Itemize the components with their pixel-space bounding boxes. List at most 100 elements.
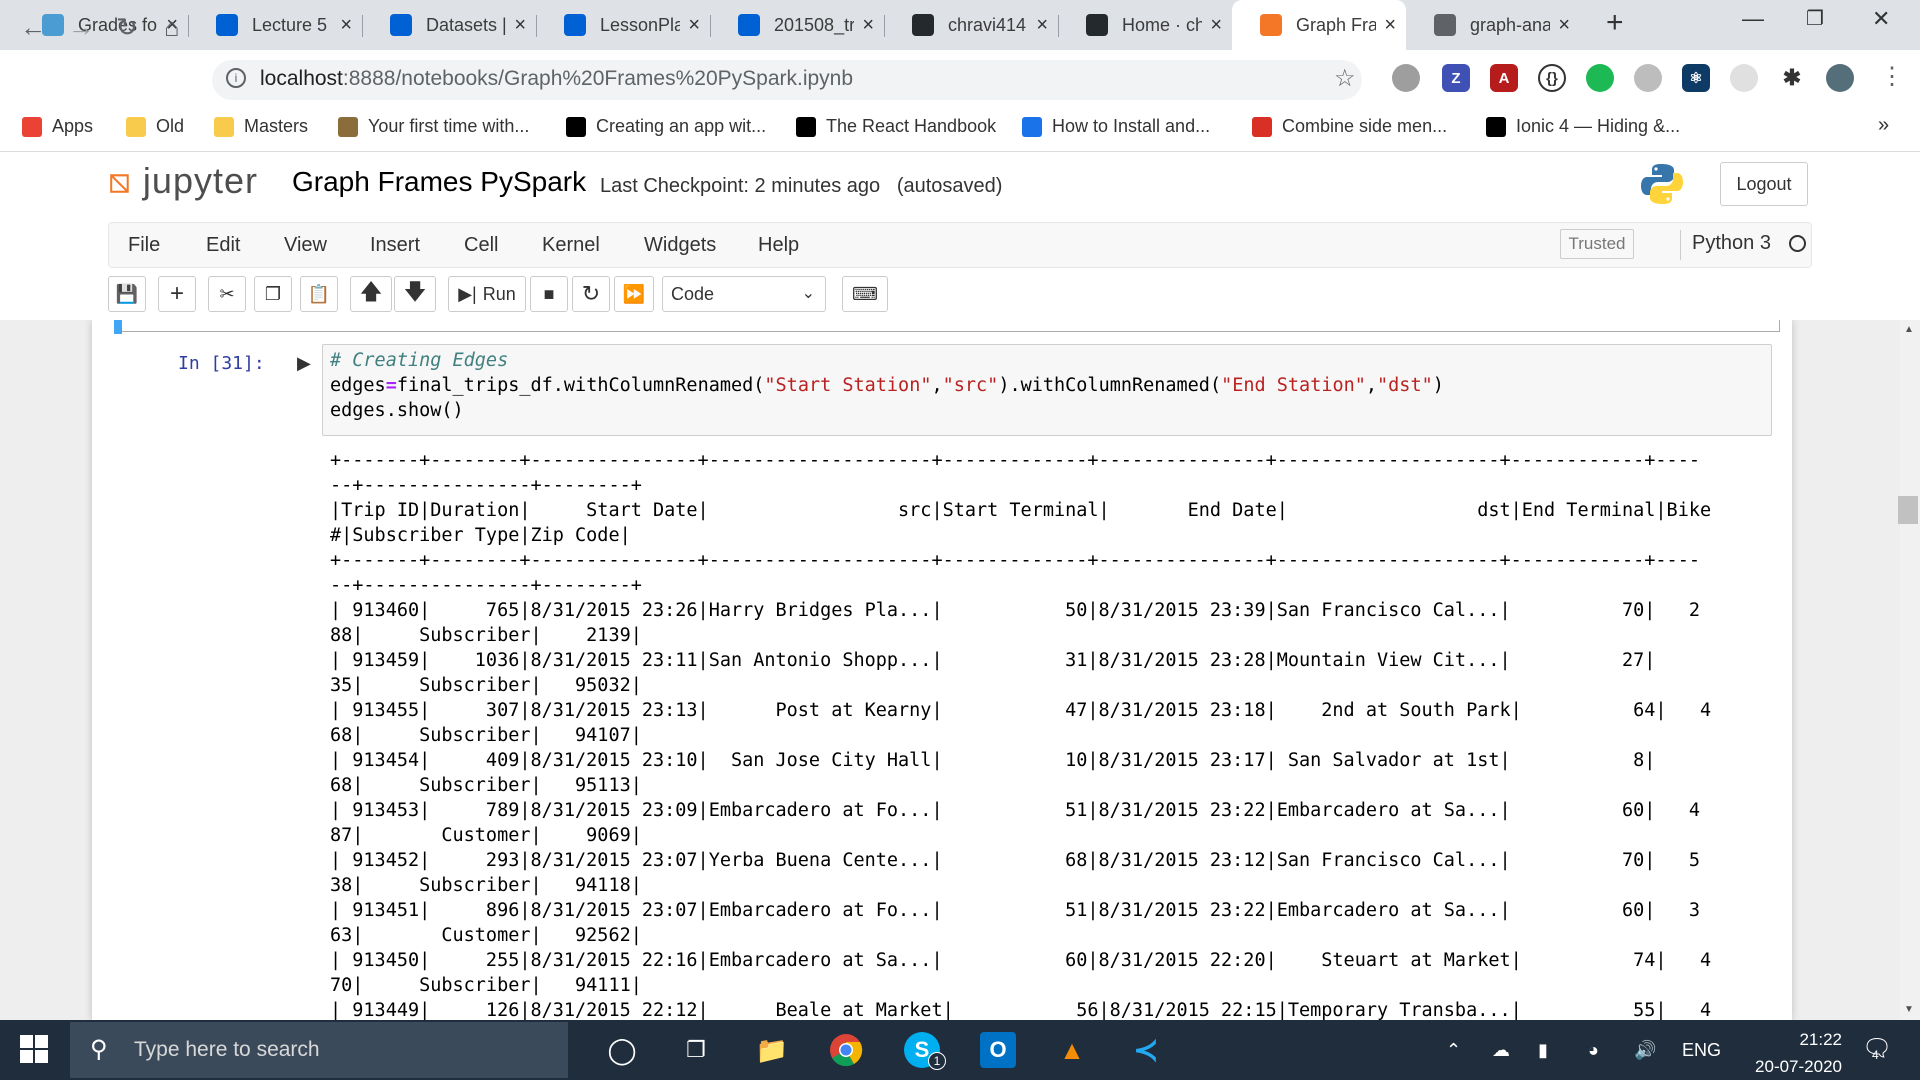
back-icon[interactable]: ← xyxy=(20,12,46,43)
onedrive-icon[interactable]: ☁ xyxy=(1492,1040,1510,1061)
more-bookmarks-icon[interactable]: » xyxy=(1878,114,1889,137)
scrollbar[interactable]: ▲ ▼ xyxy=(1900,320,1920,1020)
profile-avatar[interactable] xyxy=(1826,64,1854,92)
restart-run-all-icon[interactable]: ⏩ xyxy=(614,276,654,312)
browser-tab[interactable]: Graph Fra × xyxy=(1232,0,1406,50)
bookmark-item[interactable]: Old xyxy=(126,116,184,137)
paste-icon[interactable]: 📋 xyxy=(300,276,338,312)
menu-view[interactable]: View xyxy=(284,234,327,257)
extension-circle-icon[interactable] xyxy=(1392,64,1420,92)
info-icon[interactable]: i xyxy=(226,68,246,88)
tab-title: LessonPla xyxy=(600,14,681,35)
menu-widgets[interactable]: Widgets xyxy=(644,234,716,257)
bookmark-item[interactable]: Creating an app wit... xyxy=(566,116,766,137)
scroll-down-icon[interactable]: ▼ xyxy=(1904,1004,1914,1015)
home-icon[interactable]: ⌂ xyxy=(164,12,180,43)
browser-tab[interactable]: Home · ch × xyxy=(1058,0,1232,50)
tab-close-icon[interactable]: × xyxy=(688,14,700,37)
language-indicator[interactable]: ENG xyxy=(1682,1040,1721,1061)
browser-tab[interactable]: 201508_tr × xyxy=(710,0,884,50)
vscode-icon[interactable]: ≺ xyxy=(1128,1032,1164,1068)
site-icon xyxy=(1022,116,1042,137)
cut-icon[interactable]: ✂ xyxy=(208,276,246,312)
tab-close-icon[interactable]: × xyxy=(1384,14,1396,37)
tab-close-icon[interactable]: × xyxy=(862,14,874,37)
cell-type-select[interactable]: Code ⌄ xyxy=(662,276,826,312)
browser-tab[interactable]: LessonPla × xyxy=(536,0,710,50)
menu-cell[interactable]: Cell xyxy=(464,234,498,257)
zotero-icon[interactable]: Z xyxy=(1442,64,1470,92)
trusted-badge[interactable]: Trusted xyxy=(1560,229,1634,259)
tab-close-icon[interactable]: × xyxy=(1036,14,1048,37)
extension-ring-icon[interactable] xyxy=(1730,64,1758,92)
task-view-icon[interactable]: ❐ xyxy=(678,1032,714,1068)
tab-close-icon[interactable]: × xyxy=(1558,14,1570,37)
acrobat-icon[interactable]: A xyxy=(1490,64,1518,92)
chrome-icon[interactable] xyxy=(828,1032,864,1068)
jupyter-logo[interactable]: ⧅ jupyter xyxy=(108,160,258,203)
new-tab-button[interactable]: + xyxy=(1606,6,1624,40)
previous-cell[interactable] xyxy=(114,320,1780,332)
move-up-icon[interactable]: 🡅 xyxy=(350,276,392,312)
keyboard-icon[interactable]: ⌨ xyxy=(842,276,888,312)
move-down-icon[interactable]: 🡇 xyxy=(394,276,436,312)
browser-tab[interactable]: graph-ana × xyxy=(1406,0,1580,50)
menu-insert[interactable]: Insert xyxy=(370,234,420,257)
output-line: | 913453| 789|8/31/2015 23:09|Embarcader… xyxy=(330,800,1700,821)
menu-kernel[interactable]: Kernel xyxy=(542,234,600,257)
minimize-icon[interactable]: — xyxy=(1742,6,1764,32)
menu-file[interactable]: File xyxy=(128,234,160,257)
bookmark-item[interactable]: Ionic 4 — Hiding &... xyxy=(1486,116,1680,137)
bookmark-item[interactable]: Combine side men... xyxy=(1252,116,1447,137)
close-window-icon[interactable]: ✕ xyxy=(1872,6,1890,32)
scrollbar-thumb[interactable] xyxy=(1898,496,1918,524)
restore-icon[interactable]: ❐ xyxy=(1806,6,1824,31)
browser-tab[interactable]: chravi414 × xyxy=(884,0,1058,50)
save-icon[interactable]: 💾 xyxy=(108,276,146,312)
restart-icon[interactable]: ↻ xyxy=(572,276,610,312)
tab-close-icon[interactable]: × xyxy=(340,14,352,37)
kernel-name[interactable]: Python 3 xyxy=(1692,232,1771,255)
bookmark-item[interactable]: How to Install and... xyxy=(1022,116,1210,137)
forward-icon[interactable]: → xyxy=(68,12,94,43)
notebook-name[interactable]: Graph Frames PySpark xyxy=(292,166,586,198)
tray-overflow-icon[interactable]: ⌃ xyxy=(1446,1040,1461,1061)
wifi-icon[interactable]: ◕ xyxy=(1588,1040,1599,1061)
menu-help[interactable]: Help xyxy=(758,234,799,257)
bookmark-item[interactable]: Apps xyxy=(22,116,93,137)
interrupt-icon[interactable]: ■ xyxy=(530,276,568,312)
reload-icon[interactable]: ↻ xyxy=(116,12,138,43)
clock[interactable]: 21:22 20-07-2020 xyxy=(1724,1026,1842,1080)
extensions-puzzle-icon[interactable]: ✱ xyxy=(1778,64,1806,92)
bookmark-item[interactable]: Your first time with... xyxy=(338,116,529,137)
json-viewer-icon[interactable]: {} xyxy=(1538,64,1566,92)
browser-tab[interactable]: Lecture 5 × xyxy=(188,0,362,50)
tab-close-icon[interactable]: × xyxy=(514,14,526,37)
extension-gear-icon[interactable] xyxy=(1634,64,1662,92)
copy-icon[interactable]: ❐ xyxy=(254,276,292,312)
windows-start-icon[interactable] xyxy=(20,1035,48,1063)
scroll-up-icon[interactable]: ▲ xyxy=(1904,324,1914,335)
logout-button[interactable]: Logout xyxy=(1720,162,1808,206)
volume-icon[interactable]: 🔊 xyxy=(1634,1040,1656,1061)
run-button[interactable]: ▶| Run xyxy=(448,276,526,312)
bookmark-item[interactable]: The React Handbook xyxy=(796,116,996,137)
menu-edit[interactable]: Edit xyxy=(206,234,240,257)
run-cell-icon[interactable]: ▶ xyxy=(297,353,311,374)
vlc-icon[interactable]: ▲ xyxy=(1054,1032,1090,1068)
bookmark-item[interactable]: Masters xyxy=(214,116,308,137)
github-icon xyxy=(1086,14,1108,36)
battery-icon[interactable]: ▮ xyxy=(1538,1040,1548,1061)
react-devtools-icon[interactable]: ⚛ xyxy=(1682,64,1710,92)
cortana-icon[interactable]: ◯ xyxy=(604,1032,640,1068)
browser-tab[interactable]: Datasets | × xyxy=(362,0,536,50)
file-explorer-icon[interactable]: 📁 xyxy=(754,1032,790,1068)
outlook-icon[interactable]: O xyxy=(980,1032,1016,1068)
taskbar-search[interactable]: Type here to search xyxy=(70,1022,568,1078)
url-text[interactable]: localhost:8888/notebooks/Graph%20Frames%… xyxy=(260,67,853,91)
grammarly-icon[interactable] xyxy=(1586,64,1614,92)
insert-cell-icon[interactable]: + xyxy=(158,276,196,312)
tab-close-icon[interactable]: × xyxy=(1210,14,1222,37)
bookmark-star-icon[interactable]: ☆ xyxy=(1334,64,1356,93)
browser-menu-icon[interactable]: ⋮ xyxy=(1880,62,1904,91)
